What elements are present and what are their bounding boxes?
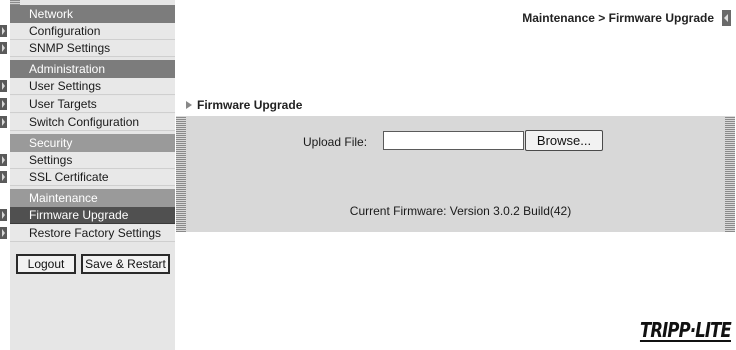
- panel-grip: [725, 116, 735, 232]
- sidebar-item-restore-factory-settings[interactable]: Restore Factory Settings: [0, 225, 175, 242]
- sidebar-item-user-targets[interactable]: User Targets: [0, 96, 175, 113]
- sidebar-item-label: Switch Configuration: [29, 115, 140, 129]
- firmware-upgrade-panel: Upload File: Browse... Current Firmware:…: [186, 116, 735, 232]
- sidebar-item-label: Settings: [29, 153, 73, 167]
- logout-button[interactable]: Logout: [16, 254, 76, 274]
- panel-grip: [176, 116, 186, 232]
- arrow-right-icon: [0, 42, 7, 54]
- panel-title: Firmware Upgrade: [186, 98, 302, 112]
- arrow-right-icon: [0, 209, 7, 221]
- browse-button[interactable]: Browse...: [525, 130, 603, 151]
- sidebar-item-configuration[interactable]: Configuration: [0, 23, 175, 40]
- arrow-right-icon: [0, 98, 7, 110]
- upload-file-input[interactable]: [383, 131, 524, 150]
- arrow-right-icon: [0, 154, 7, 166]
- sidebar-item-user-settings[interactable]: User Settings: [0, 78, 175, 95]
- breadcrumb: Maintenance > Firmware Upgrade: [522, 11, 714, 25]
- sidebar-item-label: User Targets: [29, 97, 97, 111]
- arrow-right-icon: [0, 227, 7, 239]
- sidebar-section-maintenance: Maintenance: [10, 189, 175, 207]
- save-restart-button[interactable]: Save & Restart: [81, 254, 170, 274]
- panel-title-text: Firmware Upgrade: [197, 98, 303, 112]
- arrow-right-icon: [0, 116, 7, 128]
- sidebar-item-ssl-certificate[interactable]: SSL Certificate: [0, 169, 175, 186]
- sidebar-item-switch-configuration[interactable]: Switch Configuration: [0, 114, 175, 131]
- sidebar-item-label: SSL Certificate: [29, 170, 109, 184]
- sidebar-section-security: Security: [10, 134, 175, 152]
- collapse-arrow-icon[interactable]: [722, 10, 731, 26]
- sidebar: Network Configuration SNMP Settings Admi…: [0, 0, 175, 350]
- arrow-right-icon: [0, 25, 7, 37]
- sidebar-item-label: Firmware Upgrade: [29, 208, 129, 222]
- sidebar-item-snmp-settings[interactable]: SNMP Settings: [0, 40, 175, 57]
- arrow-right-icon: [186, 100, 192, 109]
- sidebar-item-label: SNMP Settings: [29, 41, 111, 55]
- upload-file-label: Upload File:: [303, 135, 368, 149]
- sidebar-item-firmware-upgrade[interactable]: Firmware Upgrade: [0, 207, 175, 224]
- sidebar-section-administration: Administration: [10, 60, 175, 78]
- sidebar-item-label: User Settings: [29, 79, 102, 93]
- sidebar-item-label: Configuration: [29, 24, 101, 38]
- current-firmware-text: Current Firmware: Version 3.0.2 Build(42…: [349, 204, 572, 218]
- sidebar-item-label: Restore Factory Settings: [29, 226, 162, 240]
- sidebar-item-settings[interactable]: Settings: [0, 152, 175, 169]
- arrow-right-icon: [0, 171, 7, 183]
- tripp-lite-logo: TRIPP·LITE: [640, 318, 732, 342]
- arrow-right-icon: [0, 80, 7, 92]
- sidebar-section-network: Network: [10, 5, 175, 23]
